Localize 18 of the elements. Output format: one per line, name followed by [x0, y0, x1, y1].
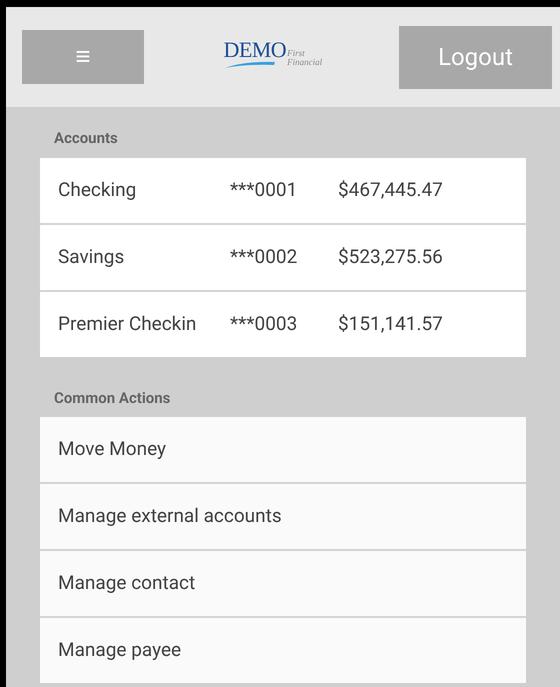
- account-balance: $151,141.57: [338, 310, 443, 337]
- account-number: ***0003: [230, 310, 298, 337]
- section-heading: Accounts: [53, 128, 118, 149]
- action-item[interactable]: Manage external accounts: [40, 484, 526, 549]
- section-heading: Common Actions: [53, 388, 170, 408]
- action-item[interactable]: Manage contact: [40, 551, 526, 616]
- action-item[interactable]: Move Money: [40, 417, 526, 482]
- account-balance: $467,445.47: [338, 176, 443, 203]
- account-name: Savings: [58, 244, 126, 270]
- account-balance: $523,275.56: [338, 244, 443, 270]
- account-name: Checking: [58, 176, 138, 203]
- account-row[interactable]: Premier Checkin ***0003 $151,141.57: [40, 292, 526, 356]
- account-name: Premier Checkin: [58, 310, 198, 337]
- account-row[interactable]: Checking ***0001 $467,445.47: [40, 158, 526, 222]
- action-item[interactable]: Manage payee: [40, 618, 526, 683]
- account-row[interactable]: Savings ***0002 $523,275.56: [40, 224, 526, 290]
- account-number: ***0001: [230, 176, 298, 203]
- account-number: ***0002: [230, 244, 298, 270]
